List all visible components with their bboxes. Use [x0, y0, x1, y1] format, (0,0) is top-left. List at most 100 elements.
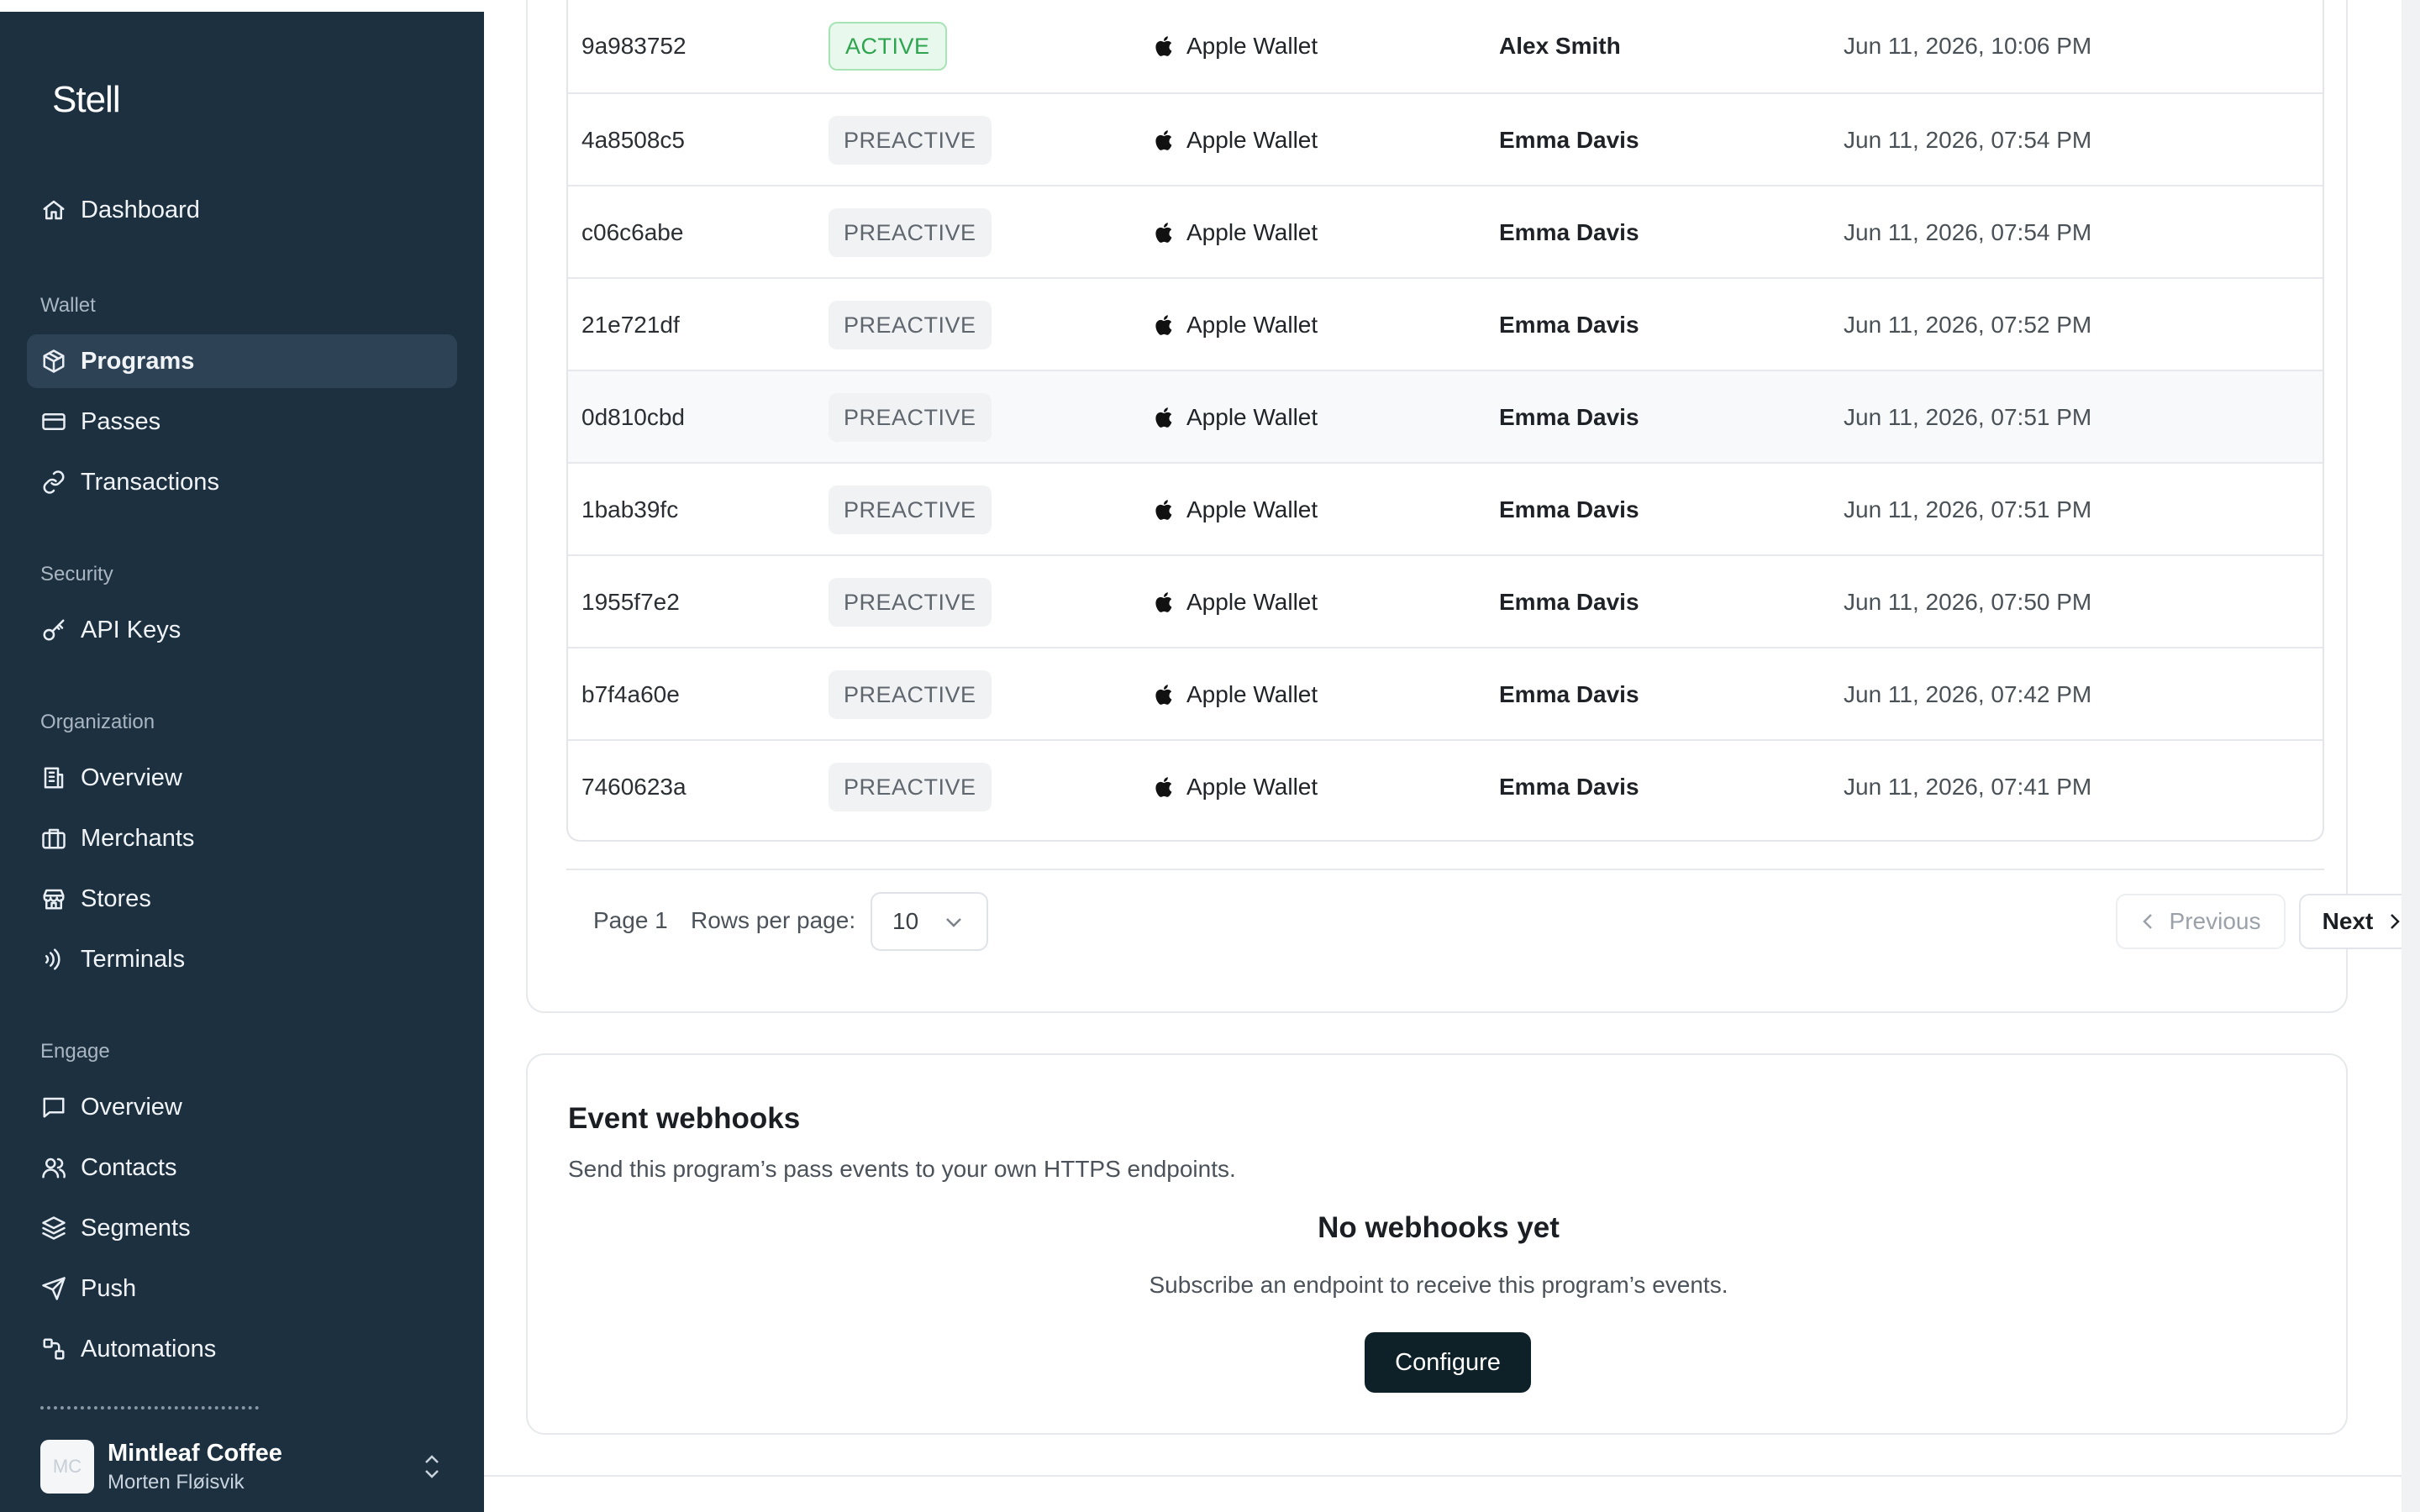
- status-badge: PREACTIVE: [829, 208, 992, 257]
- pass-id: 1955f7e2: [581, 589, 680, 615]
- status-cell: PREACTIVE: [829, 648, 992, 741]
- sidebar-item-label: Merchants: [81, 824, 195, 852]
- building-icon: [40, 764, 67, 791]
- wallet-name: Apple Wallet: [1186, 312, 1318, 338]
- bottom-divider: [484, 1475, 2402, 1477]
- section-label-engage: Engage: [40, 1040, 110, 1063]
- status-badge: PREACTIVE: [829, 116, 992, 165]
- store-icon: [40, 885, 67, 912]
- sidebar-item-engage-overview[interactable]: Overview: [27, 1080, 457, 1134]
- webhooks-description: Send this program’s pass events to your …: [568, 1156, 1236, 1182]
- table-row[interactable]: 0d810cbd PREACTIVE Apple Wallet Emma Davis J…: [568, 370, 2323, 462]
- sidebar-item-programs[interactable]: Programs: [27, 334, 457, 388]
- page-indicator: Page 1: [593, 907, 668, 933]
- sidebar: Stell Dashboard Wallet Programs Passes T…: [0, 12, 484, 1512]
- sidebar-item-api-keys[interactable]: API Keys: [27, 603, 457, 657]
- wallet-cell: Apple Wallet: [1153, 186, 1318, 279]
- table-row[interactable]: 1955f7e2 PREACTIVE Apple Wallet Emma Davis J…: [568, 554, 2323, 648]
- apple-icon: [1153, 498, 1186, 522]
- apple-icon: [1153, 34, 1186, 58]
- previous-page-button[interactable]: Previous: [2116, 894, 2286, 949]
- pass-id: 7460623a: [581, 774, 687, 800]
- table-row[interactable]: b7f4a60e PREACTIVE Apple Wallet Emma Davis J…: [568, 647, 2323, 741]
- sidebar-item-label: Automations: [81, 1335, 217, 1362]
- created-date: Jun 11, 2026, 07:54 PM: [1844, 219, 2092, 245]
- status-badge: PREACTIVE: [829, 486, 992, 534]
- main-content: 9a983752 ACTIVE Apple Wallet Alex Smith Jun …: [484, 0, 2420, 1512]
- created-date: Jun 11, 2026, 10:06 PM: [1844, 33, 2092, 59]
- wallet-cell: Apple Wallet: [1153, 741, 1318, 833]
- section-label-wallet: Wallet: [40, 294, 96, 317]
- sidebar-item-automations[interactable]: Automations: [27, 1322, 457, 1376]
- avatar: MC: [40, 1440, 94, 1494]
- package-icon: [40, 348, 67, 375]
- sidebar-item-terminals[interactable]: Terminals: [27, 932, 457, 986]
- wallet-cell: Apple Wallet: [1153, 648, 1318, 741]
- wallet-cell: Apple Wallet: [1153, 556, 1318, 648]
- app-logo[interactable]: Stell: [52, 79, 121, 121]
- holder-name: Emma Davis: [1499, 312, 1639, 338]
- wallet-cell: Apple Wallet: [1153, 0, 1318, 92]
- wallet-name: Apple Wallet: [1186, 127, 1318, 153]
- table-row[interactable]: 9a983752 ACTIVE Apple Wallet Alex Smith Jun …: [568, 0, 2323, 92]
- sidebar-item-stores[interactable]: Stores: [27, 872, 457, 926]
- chevron-left-icon: [2142, 914, 2152, 929]
- credit-card-icon: [40, 408, 67, 435]
- table-row[interactable]: 4a8508c5 PREACTIVE Apple Wallet Emma Davis J…: [568, 92, 2323, 186]
- status-badge: PREACTIVE: [829, 578, 992, 627]
- created-date: Jun 11, 2026, 07:51 PM: [1844, 404, 2092, 430]
- table-row[interactable]: c06c6abe PREACTIVE Apple Wallet Emma Davis J…: [568, 185, 2323, 279]
- sidebar-item-push[interactable]: Push: [27, 1262, 457, 1315]
- sidebar-item-label: Overview: [81, 764, 182, 791]
- pagination: Page 1 Rows per page: 10 Previous Next: [566, 890, 2420, 951]
- chevron-right-icon: [2391, 914, 2401, 929]
- status-badge: PREACTIVE: [829, 670, 992, 719]
- chevron-down-icon: [946, 918, 961, 927]
- apple-icon: [1153, 683, 1186, 706]
- sidebar-item-label: Dashboard: [81, 196, 200, 223]
- sidebar-item-transactions[interactable]: Transactions: [27, 455, 457, 509]
- created-date: Jun 11, 2026, 07:42 PM: [1844, 681, 2092, 707]
- holder-name: Emma Davis: [1499, 589, 1639, 615]
- wallet-cell: Apple Wallet: [1153, 94, 1318, 186]
- account-switcher[interactable]: MC Mintleaf Coffee Morten Fløisvik: [0, 1421, 484, 1512]
- sidebar-item-passes[interactable]: Passes: [27, 395, 457, 449]
- chevrons-up-down-icon[interactable]: [422, 1453, 442, 1480]
- sidebar-item-label: Programs: [81, 347, 195, 375]
- account-name: Mintleaf Coffee: [108, 1439, 282, 1467]
- wallet-name: Apple Wallet: [1186, 496, 1318, 522]
- sidebar-item-clipped: [40, 1396, 292, 1411]
- created-date: Jun 11, 2026, 07:51 PM: [1844, 496, 2092, 522]
- wallet-name: Apple Wallet: [1186, 33, 1318, 59]
- sidebar-item-segments[interactable]: Segments: [27, 1201, 457, 1255]
- section-label-organization: Organization: [40, 711, 155, 733]
- configure-button[interactable]: Configure: [1365, 1332, 1531, 1393]
- holder-name: Emma Davis: [1499, 404, 1639, 430]
- empty-state-title: No webhooks yet: [1318, 1211, 1560, 1244]
- layers-icon: [40, 1215, 67, 1242]
- wallet-cell: Apple Wallet: [1153, 279, 1318, 371]
- message-square-icon: [40, 1094, 67, 1121]
- table-row[interactable]: 1bab39fc PREACTIVE Apple Wallet Emma Davis J…: [568, 462, 2323, 556]
- status-cell: PREACTIVE: [829, 94, 992, 186]
- holder-name: Emma Davis: [1499, 496, 1639, 522]
- webhooks-title: Event webhooks: [568, 1102, 801, 1135]
- previous-label: Previous: [2169, 908, 2261, 934]
- sidebar-item-org-overview[interactable]: Overview: [27, 751, 457, 805]
- table-row[interactable]: 7460623a PREACTIVE Apple Wallet Emma Davis J…: [568, 739, 2323, 833]
- sidebar-item-label: Segments: [81, 1214, 191, 1242]
- rows-per-page-select[interactable]: 10: [871, 892, 988, 951]
- sidebar-item-label: Push: [81, 1274, 137, 1302]
- sidebar-item-label: Stores: [81, 885, 151, 912]
- sidebar-item-merchants[interactable]: Merchants: [27, 811, 457, 865]
- next-label: Next: [2322, 908, 2374, 934]
- created-date: Jun 11, 2026, 07:50 PM: [1844, 589, 2092, 615]
- sidebar-item-contacts[interactable]: Contacts: [27, 1141, 457, 1194]
- account-user: Morten Fløisvik: [108, 1470, 245, 1494]
- rows-per-page-value: 10: [892, 908, 919, 934]
- scrollbar[interactable]: [2402, 0, 2420, 1512]
- wallet-cell: Apple Wallet: [1153, 464, 1318, 556]
- table-row[interactable]: 21e721df PREACTIVE Apple Wallet Emma Davis J…: [568, 277, 2323, 371]
- sidebar-item-dashboard[interactable]: Dashboard: [27, 183, 457, 237]
- sidebar-item-label: API Keys: [81, 616, 182, 643]
